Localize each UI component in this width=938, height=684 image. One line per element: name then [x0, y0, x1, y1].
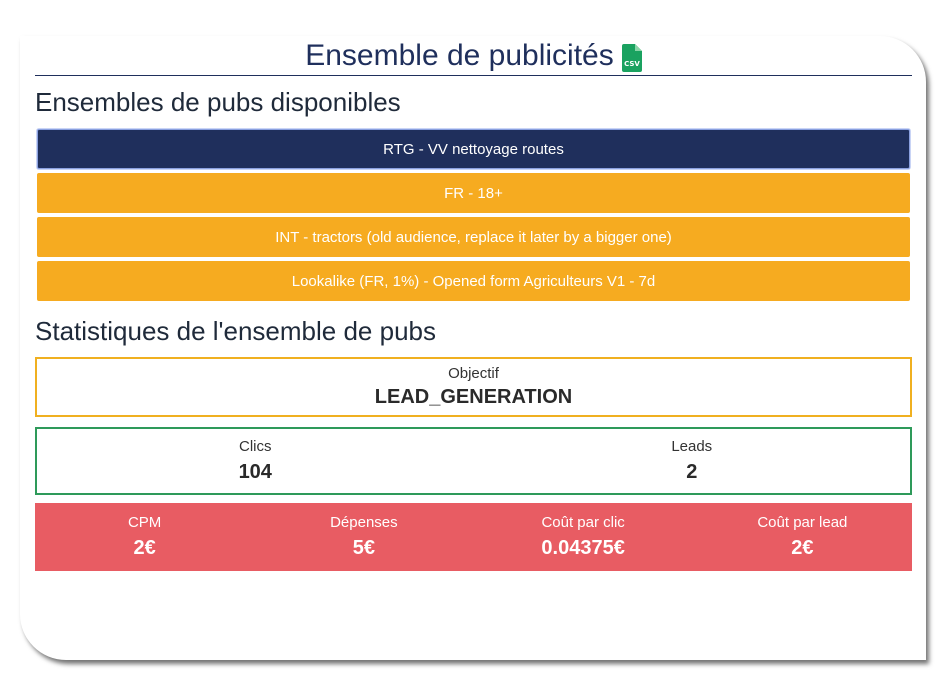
cpm-stat: CPM 2€: [35, 503, 254, 571]
cpl-label: Coût par lead: [757, 514, 848, 531]
adset-list: RTG - VV nettoyage routes FR - 18+ INT -…: [35, 129, 912, 301]
clicks-label: Clics: [239, 438, 272, 455]
spend-stat: Dépenses 5€: [254, 503, 473, 571]
clicks-leads-box: Clics 104 Leads 2: [35, 427, 912, 495]
leads-label: Leads: [671, 438, 713, 455]
adset-card: Ensemble de publicités CSV Ensembles de …: [20, 36, 926, 660]
spend-value: 5€: [352, 537, 375, 559]
spend-label: Dépenses: [330, 514, 398, 531]
stats-heading: Statistiques de l'ensemble de pubs: [35, 316, 436, 346]
cpm-value: 2€: [133, 537, 156, 559]
adset-item-int[interactable]: INT - tractors (old audience, replace it…: [37, 217, 910, 257]
cpc-stat: Coût par clic 0.04375€: [474, 503, 693, 571]
csv-icon-text: CSV: [624, 60, 640, 68]
available-adsets-heading: Ensembles de pubs disponibles: [35, 87, 401, 117]
cpc-value: 0.04375€: [541, 537, 625, 559]
cpl-value: 2€: [791, 537, 814, 559]
cpc-label: Coût par clic: [541, 514, 625, 531]
clicks-value: 104: [238, 461, 272, 483]
cpm-label: CPM: [127, 514, 162, 531]
objective-label: Objectif: [448, 365, 499, 382]
objective-value: LEAD_GENERATION: [374, 386, 573, 408]
leads-value: 2: [686, 461, 698, 483]
objective-box: Objectif LEAD_GENERATION: [35, 357, 912, 417]
title-row: Ensemble de publicités CSV: [35, 36, 912, 76]
cost-stats-box: CPM 2€ Dépenses 5€ Coût par clic 0.04375…: [35, 503, 912, 571]
adset-item-fr[interactable]: FR - 18+: [37, 173, 910, 213]
cpl-stat: Coût par lead 2€: [693, 503, 912, 571]
leads-stat: Leads 2: [474, 429, 911, 493]
clicks-stat: Clics 104: [37, 429, 474, 493]
card-content: Ensemble de publicités CSV Ensembles de …: [35, 36, 912, 571]
adset-item-lookalike[interactable]: Lookalike (FR, 1%) - Opened form Agricul…: [37, 261, 910, 301]
adset-item-rtg[interactable]: RTG - VV nettoyage routes: [37, 129, 910, 169]
csv-file-icon[interactable]: CSV: [621, 43, 642, 72]
page-title: Ensemble de publicités: [305, 38, 614, 72]
